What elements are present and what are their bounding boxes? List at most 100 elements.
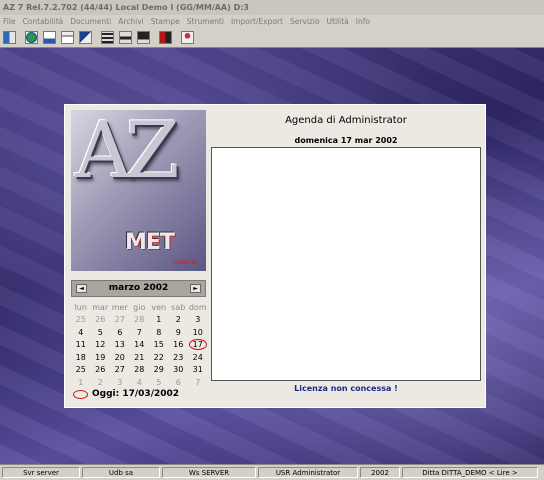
folder-icon[interactable] xyxy=(61,31,74,44)
logo-brand: MET xyxy=(125,230,175,255)
calendar-day[interactable]: 27 xyxy=(110,365,130,374)
calendar-day[interactable]: 10 xyxy=(188,328,208,337)
calendar-day[interactable]: 16 xyxy=(169,340,189,349)
menu-import-export[interactable]: Import/Export xyxy=(231,15,283,28)
calendar-day[interactable]: 15 xyxy=(149,340,169,349)
today-link[interactable]: Oggi: 17/03/2002 xyxy=(73,389,179,399)
dow-sab: sab xyxy=(171,302,186,312)
calendar-day[interactable]: 29 xyxy=(149,365,169,374)
status-workstation: Ws SERVER xyxy=(162,467,256,478)
calendar-week: 11 12 13 14 15 16 17 xyxy=(71,339,211,352)
calendar-header: ◄ marzo 2002 ► xyxy=(71,280,206,297)
arrow-icon[interactable] xyxy=(79,31,92,44)
calendar-day[interactable]: 26 xyxy=(91,365,111,374)
window-title: AZ 7 Rel.7.2.702 (44/44) Local Demo I (G… xyxy=(0,0,544,15)
calculator-icon[interactable] xyxy=(101,31,114,44)
calendar-day[interactable]: 3 xyxy=(110,378,130,387)
calendar-day[interactable]: 6 xyxy=(169,378,189,387)
az-logo: AZ MET Calabria xyxy=(71,110,206,271)
calendar-day[interactable]: 18 xyxy=(71,353,91,362)
calendar-day[interactable]: 3 xyxy=(188,315,208,324)
calendar-day[interactable]: 1 xyxy=(71,378,91,387)
document-icon[interactable] xyxy=(43,31,56,44)
dow-dom: dom xyxy=(188,302,207,312)
calendar-day[interactable]: 12 xyxy=(91,340,111,349)
calendar-day[interactable]: 7 xyxy=(130,328,150,337)
next-month-button[interactable]: ► xyxy=(190,284,201,293)
menu-file[interactable]: File xyxy=(3,15,16,28)
calendar-day[interactable]: 4 xyxy=(130,378,150,387)
calendar-day[interactable]: 28 xyxy=(130,315,150,324)
menu-utilita[interactable]: Utilità xyxy=(327,15,349,28)
print-icon[interactable] xyxy=(119,31,132,44)
calendar-day[interactable]: 2 xyxy=(169,315,189,324)
calendar-day[interactable]: 22 xyxy=(149,353,169,362)
calendar-day[interactable]: 23 xyxy=(169,353,189,362)
book-icon[interactable] xyxy=(159,31,172,44)
calendar-day[interactable]: 11 xyxy=(71,340,91,349)
calendar-day[interactable]: 31 xyxy=(188,365,208,374)
calendar-day[interactable]: 20 xyxy=(110,353,130,362)
logo-letters: AZ xyxy=(75,110,180,196)
menu-strumenti[interactable]: Strumenti xyxy=(187,15,224,28)
exit-icon[interactable] xyxy=(3,31,16,44)
calendar-day[interactable]: 19 xyxy=(91,353,111,362)
status-user: USR Administrator xyxy=(258,467,358,478)
calendar-day[interactable]: 25 xyxy=(71,315,91,324)
calendar-grid: lun mar mer gio ven sab dom 25 26 27 28 … xyxy=(71,301,211,389)
calendar-day[interactable]: 30 xyxy=(169,365,189,374)
menu-contabilita[interactable]: Contabilità xyxy=(23,15,64,28)
dow-mer: mer xyxy=(111,302,128,312)
agenda-list[interactable] xyxy=(211,147,481,381)
calendar-day-today[interactable]: 17 xyxy=(188,339,207,351)
calendar-day[interactable]: 2 xyxy=(91,378,111,387)
today-label: Oggi: 17/03/2002 xyxy=(92,389,180,399)
logo-sub: Calabria xyxy=(172,259,197,266)
calendar-day[interactable]: 5 xyxy=(91,328,111,337)
calendar-dow-row: lun mar mer gio ven sab dom xyxy=(71,301,211,314)
agenda-date: domenica 17 mar 2002 xyxy=(294,136,398,145)
calendar-week: 25 26 27 28 1 2 3 xyxy=(71,314,211,327)
status-bar: Svr server Udb sa Ws SERVER USR Administ… xyxy=(0,464,544,480)
globe-icon[interactable] xyxy=(25,31,38,44)
menu-documenti[interactable]: Documenti xyxy=(70,15,111,28)
calendar-day[interactable]: 25 xyxy=(71,365,91,374)
calendar-day[interactable]: 1 xyxy=(149,315,169,324)
licence-message: Licenza non concessa ! xyxy=(294,384,398,393)
status-db: Udb sa xyxy=(82,467,160,478)
calendar-day[interactable]: 13 xyxy=(110,340,130,349)
status-company: Ditta DITTA_DEMO < Lire > xyxy=(402,467,538,478)
agenda-panel: AZ MET Calabria ◄ marzo 2002 ► lun mar m… xyxy=(64,104,486,408)
calendar-day[interactable]: 14 xyxy=(130,340,150,349)
user-icon[interactable] xyxy=(181,31,194,44)
calendar-week: 18 19 20 21 22 23 24 xyxy=(71,351,211,364)
dow-ven: ven xyxy=(151,302,167,312)
calendar-day[interactable]: 6 xyxy=(110,328,130,337)
calendar-day[interactable]: 5 xyxy=(149,378,169,387)
today-marker-icon xyxy=(73,389,88,399)
status-year: 2002 xyxy=(360,467,400,478)
calendar-day[interactable]: 21 xyxy=(130,353,150,362)
calendar-day[interactable]: 24 xyxy=(188,353,208,362)
menu-info[interactable]: Info xyxy=(356,15,370,28)
status-server: Svr server xyxy=(2,467,80,478)
dow-mar: mar xyxy=(92,302,109,312)
calendar-week: 4 5 6 7 8 9 10 xyxy=(71,326,211,339)
calendar-day[interactable]: 26 xyxy=(91,315,111,324)
screen-icon[interactable] xyxy=(137,31,150,44)
calendar-month: marzo 2002 xyxy=(108,283,169,293)
calendar-day[interactable]: 9 xyxy=(169,328,189,337)
calendar-day[interactable]: 8 xyxy=(149,328,169,337)
toolbar xyxy=(0,28,544,48)
dow-lun: lun xyxy=(74,302,87,312)
calendar-day[interactable]: 7 xyxy=(188,378,208,387)
menu-archivi[interactable]: Archivi xyxy=(118,15,144,28)
menu-stampe[interactable]: Stampe xyxy=(151,15,180,28)
dow-gio: gio xyxy=(133,302,146,312)
calendar-day[interactable]: 28 xyxy=(130,365,150,374)
menu-servizio[interactable]: Servizio xyxy=(290,15,320,28)
calendar-day[interactable]: 27 xyxy=(110,315,130,324)
agenda-title: Agenda di Administrator xyxy=(285,115,407,126)
calendar-day[interactable]: 4 xyxy=(71,328,91,337)
calendar-week: 1 2 3 4 5 6 7 xyxy=(71,376,211,389)
